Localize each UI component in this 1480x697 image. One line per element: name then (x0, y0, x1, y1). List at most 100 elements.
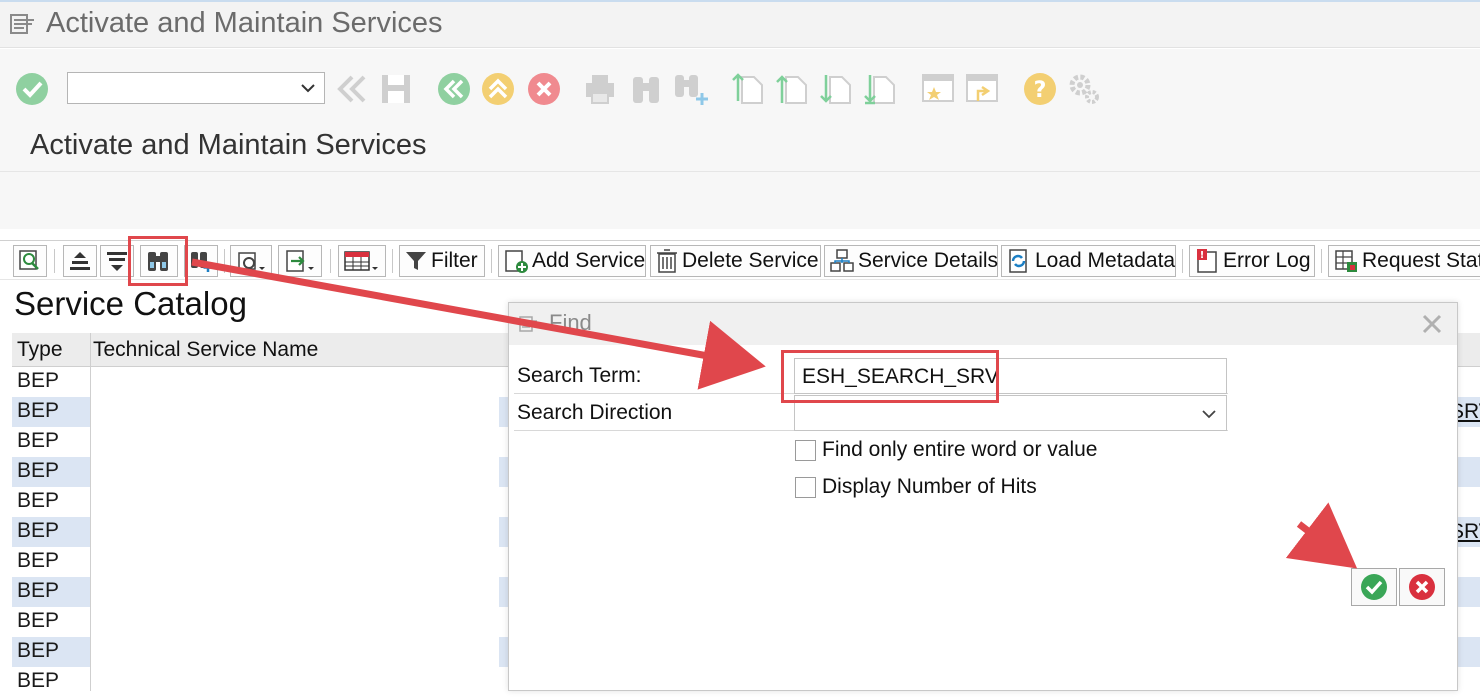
application-toolbar: Filter Add Service Delete Service Servic… (0, 240, 1480, 280)
check-circle-icon (1361, 574, 1387, 600)
add-service-label: Add Service (532, 249, 646, 272)
cell-technical-name (91, 427, 499, 457)
toolbar-separator (330, 249, 331, 273)
enter-button[interactable] (14, 71, 50, 107)
cell-type: BEP (17, 459, 60, 482)
service-details-button[interactable]: Service Details (824, 245, 998, 277)
dialog-menu-icon[interactable] (519, 315, 539, 333)
cell-type: BEP (17, 609, 60, 632)
delete-service-button[interactable]: Delete Service (650, 245, 821, 277)
column-header-type[interactable]: Type (17, 338, 63, 362)
chevron-down-icon[interactable] (300, 80, 316, 96)
next-page-button[interactable] (818, 71, 854, 107)
command-field[interactable] (67, 72, 325, 104)
cancel-dialog-button[interactable] (1399, 568, 1445, 606)
cell-type: BEP (17, 669, 60, 692)
entire-word-checkbox[interactable] (795, 439, 816, 461)
cancel-button[interactable] (526, 71, 562, 107)
close-icon[interactable] (1419, 311, 1445, 337)
page-header: Activate and Maintain Services (0, 119, 1480, 229)
trash-icon (657, 249, 677, 273)
details-button[interactable] (13, 245, 47, 277)
sort-ascending-button[interactable] (63, 245, 97, 277)
column-border (90, 367, 91, 691)
error-log-button[interactable]: ! Error Log (1189, 245, 1315, 277)
export-button[interactable] (278, 245, 322, 277)
save-icon (382, 75, 410, 103)
request-status-label: Request Stat (1362, 249, 1480, 272)
cell-technical-name (91, 367, 499, 397)
filter-button[interactable]: Filter (399, 245, 485, 277)
back-button[interactable] (436, 71, 472, 107)
error-log-icon: ! (1197, 249, 1217, 273)
sort-ascending-icon (70, 252, 90, 270)
last-page-button[interactable] (862, 71, 898, 107)
cell-type: BEP (17, 549, 60, 572)
service-details-label: Service Details (858, 249, 999, 272)
number-of-hits-checkbox[interactable] (795, 476, 816, 498)
toolbar-separator (392, 249, 393, 273)
cell-type: BEP (17, 399, 60, 422)
save-button[interactable] (378, 71, 414, 107)
number-of-hits-option[interactable]: Display Number of Hits (795, 472, 1037, 502)
entire-word-option[interactable]: Find only entire word or value (795, 435, 1097, 465)
magnifier-list-icon (19, 250, 39, 270)
toolbar-separator (54, 249, 55, 273)
cell-technical-name (91, 487, 499, 517)
back-icon (438, 73, 470, 105)
request-status-button[interactable]: Request Stat (1328, 245, 1480, 277)
chevron-down-icon[interactable] (1200, 405, 1218, 423)
find-button[interactable] (628, 71, 664, 107)
annotation-highlight-find-button (128, 236, 188, 286)
cell-technical-name (91, 607, 499, 637)
header-divider (0, 171, 1480, 172)
create-session-button[interactable] (920, 71, 956, 107)
binoculars-plus-icon (675, 75, 708, 105)
svg-text:!: ! (1200, 250, 1205, 261)
add-service-button[interactable]: Add Service (498, 245, 646, 277)
find-dialog-titlebar[interactable]: Find (509, 303, 1457, 345)
last-page-icon (864, 75, 895, 105)
find-dialog-title: Find (549, 310, 592, 335)
back-double-arrow-button[interactable] (334, 71, 370, 107)
shortcut-icon (966, 74, 998, 102)
entire-word-label: Find only entire word or value (822, 438, 1098, 461)
find-next-toolbar-button[interactable] (184, 245, 218, 277)
binoculars-plus-icon (191, 252, 213, 272)
generate-shortcut-button[interactable] (964, 71, 1000, 107)
annotation-highlight-search-term (781, 350, 999, 403)
window-title: Activate and Maintain Services (46, 7, 443, 39)
toolbar-separator (1182, 249, 1183, 273)
first-page-button[interactable] (730, 71, 766, 107)
load-metadata-label: Load Metadata (1035, 249, 1176, 272)
cell-technical-name (91, 667, 499, 697)
menu-icon[interactable] (10, 12, 36, 36)
main-toolbar: ? (0, 49, 1480, 119)
first-page-icon (732, 73, 763, 104)
print-preview-button[interactable] (230, 245, 272, 277)
cell-technical-name (91, 577, 499, 607)
help-icon: ? (1024, 73, 1056, 105)
exit-icon (482, 73, 514, 105)
column-header-technical-service-name[interactable]: Technical Service Name (93, 338, 318, 362)
previous-page-button[interactable] (774, 71, 810, 107)
load-metadata-button[interactable]: Load Metadata (1001, 245, 1176, 277)
confirm-button[interactable] (1351, 568, 1397, 606)
cell-type: BEP (17, 579, 60, 602)
help-button[interactable]: ? (1022, 71, 1058, 107)
find-next-button[interactable] (672, 71, 708, 107)
settings-button[interactable] (1066, 71, 1102, 107)
previous-page-icon (776, 75, 807, 104)
table-layout-icon (344, 251, 378, 271)
toolbar-separator (491, 249, 492, 273)
export-icon (286, 250, 314, 272)
layout-button[interactable] (338, 245, 386, 277)
window-title-bar: Activate and Maintain Services (0, 0, 1480, 48)
toolbar-separator (224, 249, 225, 273)
printer-icon (586, 75, 614, 104)
cell-type: BEP (17, 369, 60, 392)
double-chevron-left-icon (337, 75, 366, 103)
service-details-icon (830, 249, 854, 272)
print-button[interactable] (582, 71, 618, 107)
exit-button[interactable] (480, 71, 516, 107)
